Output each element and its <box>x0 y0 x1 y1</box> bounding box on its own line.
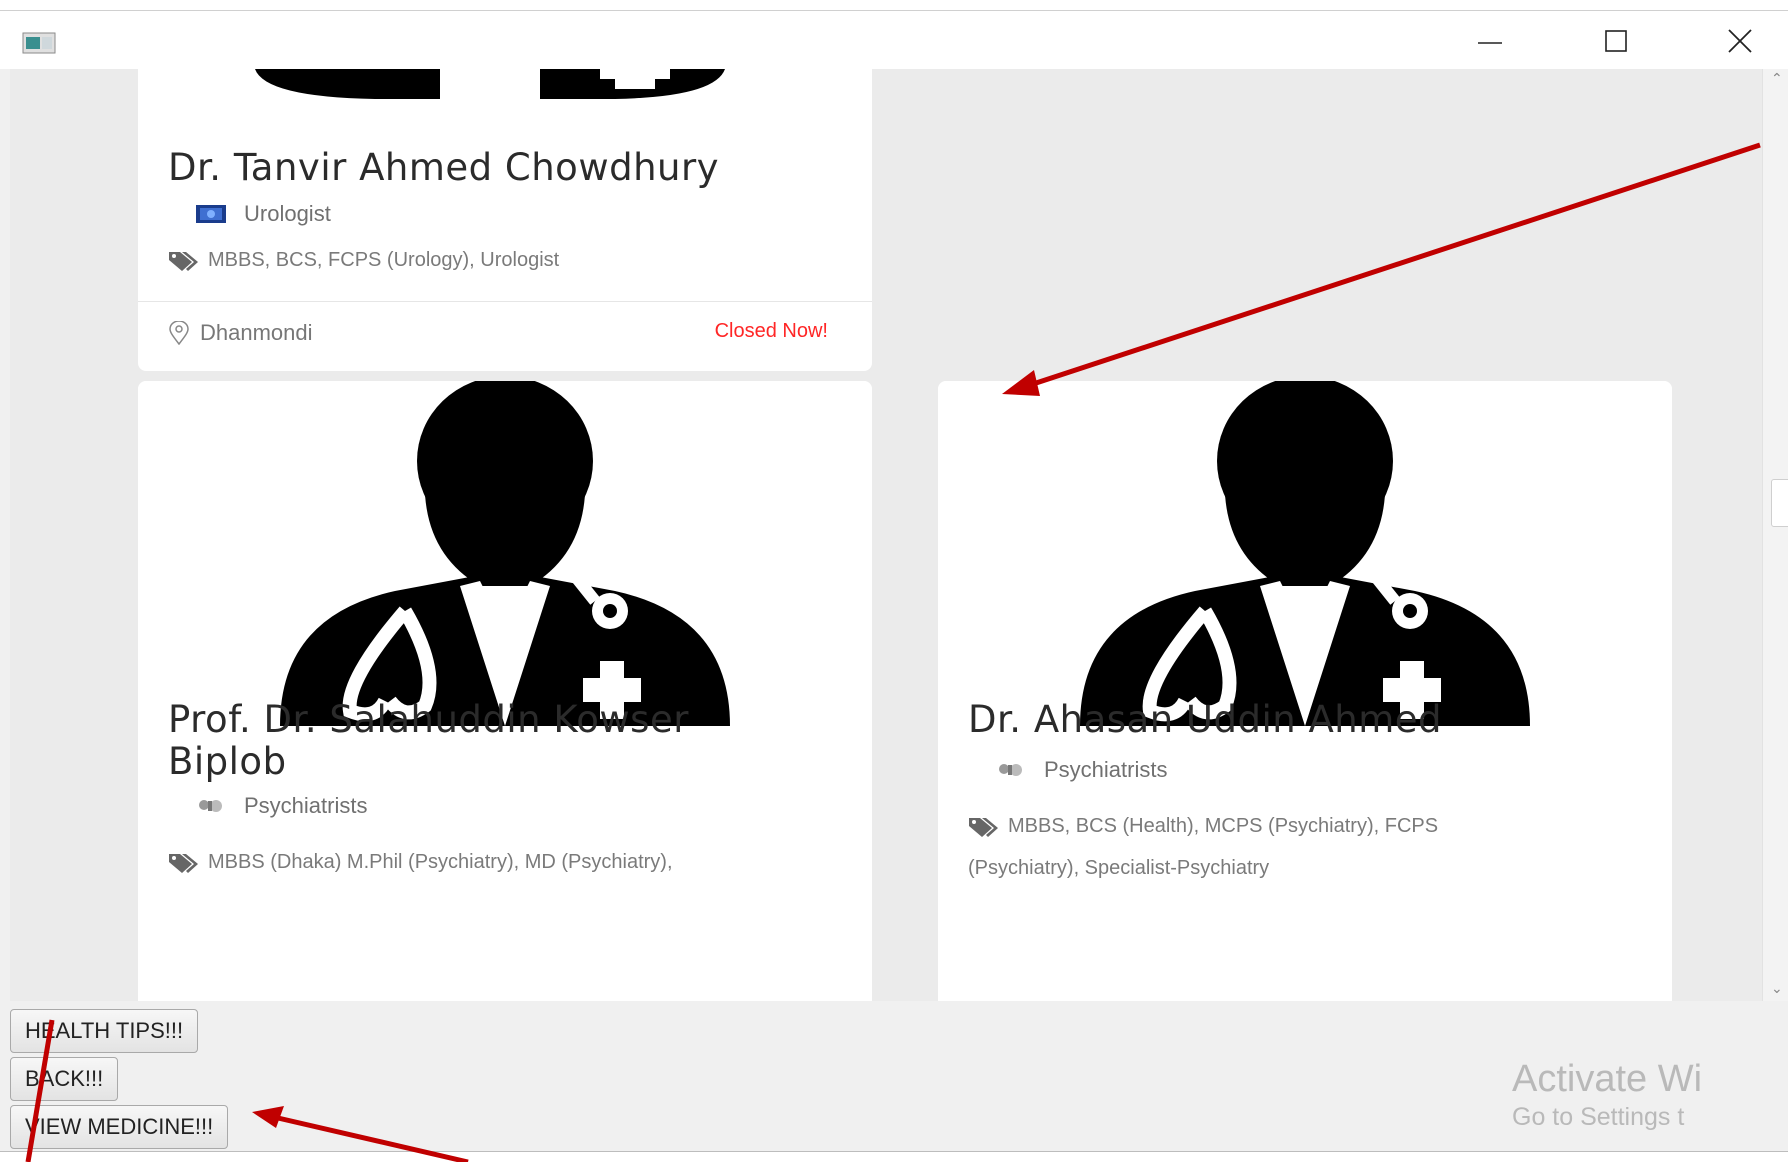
qualifications-text: MBBS, BCS (Health), MCPS (Psychiatry), F… <box>1008 815 1439 837</box>
location: Dhanmondi <box>168 320 313 346</box>
minimize-button[interactable] <box>1440 19 1540 63</box>
specialty-icon <box>996 761 1026 779</box>
doctor-avatar-icon <box>280 381 730 726</box>
qualifications-text: MBBS, BCS, FCPS (Urology), Urologist <box>208 249 560 271</box>
specialty-label: Urologist <box>244 201 331 226</box>
specialty-label: Psychiatrists <box>244 793 368 818</box>
tag-icon <box>169 251 198 271</box>
doctor-name[interactable]: Dr. Tanvir Ahmed Chowdhury <box>168 147 719 189</box>
back-button[interactable]: BACK!!! <box>10 1057 119 1101</box>
close-icon <box>1728 29 1752 53</box>
doctor-avatar-icon <box>255 69 725 99</box>
tag-icon <box>969 817 998 837</box>
doctor-list-view[interactable]: Dr. Tanvir Ahmed Chowdhury Urologist MBB… <box>10 69 1762 1001</box>
location-label: Dhanmondi <box>200 320 313 345</box>
specialty-icon <box>196 205 226 223</box>
doctor-qualifications: MBBS, BCS (Health), MCPS (Psychiatry), F… <box>968 805 1438 889</box>
maximize-icon <box>1605 30 1627 52</box>
view-medicine-button[interactable]: VIEW MEDICINE!!! <box>10 1105 229 1149</box>
maximize-button[interactable] <box>1566 19 1666 63</box>
vertical-scrollbar[interactable]: ⌃ ⌄ <box>1762 69 1788 1001</box>
doctor-avatar <box>938 381 1672 726</box>
doctor-specialty: Psychiatrists <box>196 793 367 819</box>
minimize-icon <box>1478 42 1502 44</box>
scroll-thumb[interactable] <box>1771 479 1788 527</box>
doctor-specialty: Psychiatrists <box>996 757 1167 783</box>
qualifications-text: (Psychiatry), Specialist-Psychiatry <box>968 857 1270 879</box>
scroll-down-icon[interactable]: ⌄ <box>1771 981 1783 997</box>
title-bar <box>0 11 1788 69</box>
app-icon <box>22 32 56 54</box>
health-tips-button[interactable]: HEALTH TIPS!!! <box>10 1009 199 1053</box>
doctor-name-line: Prof. Dr. Salahuddin Kowser <box>168 698 689 741</box>
doctor-name-line: Biplob <box>168 740 287 783</box>
doctor-name[interactable]: Prof. Dr. Salahuddin Kowser Biplob <box>168 699 689 783</box>
location-pin-icon <box>169 321 189 345</box>
doctor-qualifications: MBBS, BCS, FCPS (Urology), Urologist <box>168 239 559 281</box>
doctor-card[interactable]: Dr. Tanvir Ahmed Chowdhury Urologist MBB… <box>138 69 872 371</box>
doctor-name[interactable]: Dr. Ahasan Uddin Ahmed <box>968 699 1442 741</box>
close-button[interactable] <box>1690 19 1788 63</box>
activation-watermark-title: Activate Wi <box>1512 1058 1703 1100</box>
specialty-label: Psychiatrists <box>1044 757 1168 782</box>
doctor-avatar <box>138 381 872 726</box>
app-window: Dr. Tanvir Ahmed Chowdhury Urologist MBB… <box>0 10 1788 1152</box>
doctor-card[interactable]: Dr. Ahasan Uddin Ahmed Psychiatrists MBB… <box>938 381 1672 1001</box>
activation-watermark-subtitle: Go to Settings t <box>1512 1103 1685 1131</box>
status-badge: Closed Now! <box>714 320 828 342</box>
doctor-card[interactable]: Prof. Dr. Salahuddin Kowser Biplob Psych… <box>138 381 872 1001</box>
scroll-up-icon[interactable]: ⌃ <box>1771 71 1783 87</box>
doctor-qualifications: MBBS (Dhaka) M.Phil (Psychiatry), MD (Ps… <box>168 841 673 883</box>
card-footer: Dhanmondi Closed Now! <box>138 301 872 366</box>
tag-icon <box>169 853 198 873</box>
specialty-icon <box>196 797 226 815</box>
doctor-avatar-icon <box>1080 381 1530 726</box>
doctor-specialty: Urologist <box>196 201 331 227</box>
qualifications-line: MBBS, BCS (Health), MCPS (Psychiatry), F… <box>968 805 1438 847</box>
qualifications-text: MBBS (Dhaka) M.Phil (Psychiatry), MD (Ps… <box>208 851 673 873</box>
